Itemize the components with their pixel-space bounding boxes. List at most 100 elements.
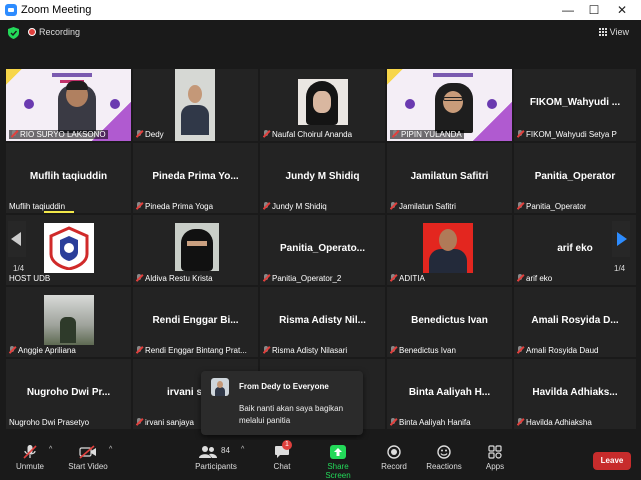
slide-logo bbox=[487, 99, 497, 109]
participant-name: Binta Aaliyah Hanifa bbox=[390, 418, 471, 427]
mic-muted-icon bbox=[136, 130, 142, 138]
close-button[interactable]: ✕ bbox=[612, 2, 632, 18]
apps-button[interactable]: Apps bbox=[482, 445, 508, 471]
participant-tile[interactable]: Jundy M Shidiq Jundy M Shidiq bbox=[260, 143, 385, 213]
participant-name: Nugroho Dwi Prasetyo bbox=[9, 418, 90, 427]
meeting-topbar: Recording View bbox=[0, 20, 641, 48]
share-screen-icon bbox=[330, 445, 346, 459]
participant-display-name: Benedictus Ivan bbox=[411, 315, 488, 326]
participant-tile[interactable]: Benedictus Ivan Benedictus Ivan bbox=[387, 287, 512, 357]
participant-tile[interactable]: Dedy bbox=[133, 69, 258, 141]
recording-label: Recording bbox=[39, 27, 81, 37]
chevron-right-icon bbox=[617, 232, 627, 246]
window-titlebar: Zoom Meeting — ☐ ✕ bbox=[0, 0, 641, 20]
participant-tile[interactable]: Panitia_Operato... Panitia_Operator_2 bbox=[260, 215, 385, 285]
mic-muted-icon bbox=[136, 418, 142, 426]
active-speaker-indicator bbox=[44, 211, 74, 213]
participant-tile[interactable]: Havilda Adhiaks... Havilda Adhiaksha bbox=[514, 359, 636, 429]
participant-name: Rendi Enggar Bintang Prat... bbox=[136, 346, 247, 355]
participant-face bbox=[443, 91, 463, 113]
participant-name: Dedy bbox=[136, 130, 164, 139]
participant-tile[interactable]: Binta Aaliyah H... Binta Aaliyah Hanifa bbox=[387, 359, 512, 429]
mic-muted-icon bbox=[517, 418, 523, 426]
reactions-button[interactable]: Reactions bbox=[426, 445, 462, 471]
participant-tile[interactable]: Risma Adisty Nil... Risma Adisty Nilasar… bbox=[260, 287, 385, 357]
participant-tile[interactable]: Nugroho Dwi Pr... Nugroho Dwi Prasetyo bbox=[6, 359, 131, 429]
participant-tile[interactable]: Rendi Enggar Bi... Rendi Enggar Bintang … bbox=[133, 287, 258, 357]
participant-name: Amali Rosyida Daud bbox=[517, 346, 598, 355]
previous-page-button[interactable] bbox=[8, 221, 26, 257]
share-screen-button[interactable]: Share Screen bbox=[314, 445, 362, 480]
participant-display-name: Panitia_Operato... bbox=[279, 243, 366, 254]
reactions-icon bbox=[437, 445, 451, 459]
participant-tile[interactable]: Muflih taqiuddin Muflih taqiuddin bbox=[6, 143, 131, 213]
apps-label: Apps bbox=[485, 462, 505, 471]
page-indicator-left: 1/4 bbox=[13, 264, 25, 273]
chat-button[interactable]: 1 Chat bbox=[270, 440, 294, 471]
leave-button[interactable]: Leave bbox=[593, 452, 631, 470]
participant-tile[interactable]: RIO SURYO LAKSONO bbox=[6, 69, 131, 141]
start-video-button[interactable]: Start Video bbox=[68, 445, 108, 471]
recording-indicator[interactable]: Recording bbox=[28, 27, 80, 37]
participant-display-name: Muflih taqiuddin bbox=[29, 171, 108, 182]
participant-tile[interactable]: Anggie Apriliana bbox=[6, 287, 131, 357]
unmute-button[interactable]: Unmute bbox=[14, 445, 46, 471]
mic-muted-icon bbox=[517, 274, 523, 282]
meeting-toolbar: Unmute ^ Start Video ^ 84 Participants ^ bbox=[0, 440, 641, 480]
slide-heading bbox=[52, 73, 92, 77]
next-page-button[interactable] bbox=[612, 221, 630, 257]
participant-tile[interactable]: Naufal Choirul Ananda bbox=[260, 69, 385, 141]
participant-name: Panitia_Operator_2 bbox=[263, 274, 341, 283]
chevron-left-icon bbox=[11, 232, 21, 246]
participant-tile[interactable]: PIPIN YULANDA bbox=[387, 69, 512, 141]
participant-name: RIO SURYO LAKSONO bbox=[9, 130, 108, 139]
security-shield-icon[interactable] bbox=[8, 27, 19, 39]
mic-muted-icon bbox=[390, 346, 396, 354]
reactions-label: Reactions bbox=[426, 462, 462, 471]
participant-display-name: Nugroho Dwi Pr... bbox=[26, 387, 111, 398]
slide-heading bbox=[433, 73, 473, 77]
video-options-chevron-icon[interactable]: ^ bbox=[109, 446, 112, 453]
mic-muted-icon bbox=[517, 346, 523, 354]
slide-logo bbox=[24, 99, 34, 109]
mic-muted-icon bbox=[9, 346, 15, 354]
participant-tile[interactable]: Aldiva Restu Krista bbox=[133, 215, 258, 285]
participant-name: Pineda Prima Yoga bbox=[136, 202, 213, 211]
chat-icon-wrap: 1 bbox=[274, 440, 292, 459]
participant-name: ADITIA bbox=[390, 274, 425, 283]
participant-face bbox=[188, 85, 202, 103]
participants-options-chevron-icon[interactable]: ^ bbox=[241, 446, 244, 453]
participant-tile[interactable]: Amali Rosyida D... Amali Rosyida Daud bbox=[514, 287, 636, 357]
mic-muted-icon bbox=[11, 130, 17, 138]
participant-tile[interactable]: FIKOM_Wahyudi ... FIKOM_Wahyudi Setya P bbox=[514, 69, 636, 141]
page-indicator-right: 1/4 bbox=[614, 264, 626, 273]
grid-view-icon bbox=[598, 28, 607, 36]
participant-tile[interactable]: Panitia_Operator Panitia_Operator bbox=[514, 143, 636, 213]
participant-name: Panitia_Operator bbox=[517, 202, 586, 211]
view-button[interactable]: View bbox=[598, 27, 629, 37]
participant-tile[interactable]: ADITIA bbox=[387, 215, 512, 285]
window-title: Zoom Meeting bbox=[21, 4, 92, 16]
maximize-button[interactable]: ☐ bbox=[584, 2, 604, 18]
participant-tile[interactable]: Pineda Prima Yo... Pineda Prima Yoga bbox=[133, 143, 258, 213]
mic-muted-icon bbox=[136, 202, 142, 210]
participant-tile[interactable]: Jamilatun Safitri Jamilatun Safitri bbox=[387, 143, 512, 213]
zoom-logo-icon bbox=[5, 4, 17, 16]
participant-name: irvani sanjaya bbox=[136, 418, 194, 427]
video-off-icon bbox=[79, 445, 96, 459]
participant-name: Muflih taqiuddin bbox=[9, 202, 66, 211]
mic-muted-icon bbox=[263, 346, 269, 354]
minimize-button[interactable]: — bbox=[558, 2, 578, 18]
slide-logo bbox=[110, 99, 120, 109]
participants-count: 84 bbox=[221, 446, 230, 455]
audio-options-chevron-icon[interactable]: ^ bbox=[49, 446, 52, 453]
participant-display-name: Jundy M Shidiq bbox=[285, 171, 360, 182]
mic-muted-icon bbox=[263, 202, 269, 210]
mic-muted-icon bbox=[517, 202, 523, 210]
chat-sender-line: From Dedy to Everyone bbox=[239, 382, 329, 391]
participant-eyes bbox=[187, 241, 207, 246]
record-button[interactable]: Record bbox=[380, 445, 408, 471]
chat-notification-popup[interactable]: From Dedy to Everyone Baik nanti akan sa… bbox=[201, 371, 363, 435]
participant-display-name: Risma Adisty Nil... bbox=[279, 315, 366, 326]
participants-button[interactable]: 84 Participants bbox=[194, 445, 238, 471]
